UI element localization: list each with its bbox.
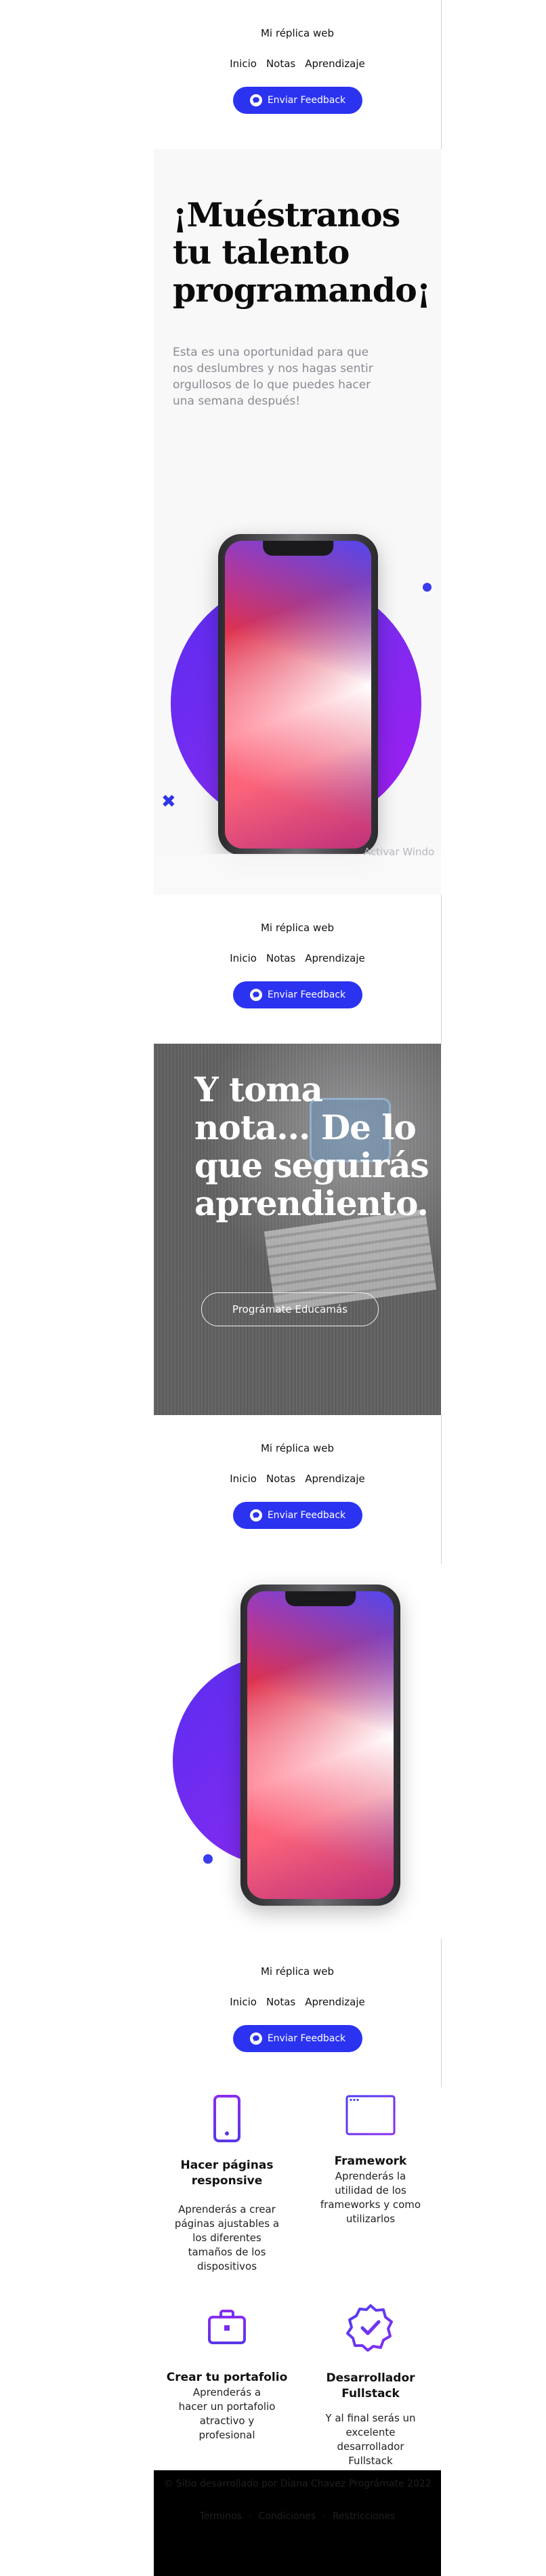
- site-footer: © Sitio desarrollado por Diana Chavez Pr…: [154, 2470, 441, 2576]
- blue-dot-decoration: [423, 583, 432, 592]
- chat-bubble-icon: [249, 1509, 262, 1521]
- footer-separator: ·: [248, 2511, 252, 2522]
- smartphone-icon: [213, 2095, 240, 2142]
- feature-portfolio: Crear tu portafolio Aprenderás a hacer u…: [159, 2308, 295, 2442]
- nav-link-inicio[interactable]: Inicio: [230, 1473, 257, 1485]
- feature-title: Desarrollador Fullstack: [326, 2371, 415, 2400]
- hero-bottom-fade: [154, 854, 441, 895]
- features-section: Hacer páginas responsive Aprenderás a cr…: [154, 2087, 441, 2470]
- feedback-button[interactable]: Enviar Feedback: [233, 1502, 362, 1529]
- nav-link-aprendizaje[interactable]: Aprendizaje: [305, 58, 365, 70]
- site-header-2: Mi réplica web Inicio Notas Aprendizaje …: [154, 895, 441, 1044]
- feature-description: Aprenderás a hacer un portafolio atracti…: [178, 2386, 276, 2441]
- phone-screen: [247, 1591, 394, 1899]
- phone-mockup: [240, 1585, 400, 1906]
- footer-link-terminos[interactable]: Terminos: [199, 2511, 242, 2522]
- brand-name[interactable]: Mi réplica web: [154, 27, 441, 39]
- nav-link-notas[interactable]: Notas: [266, 1473, 295, 1485]
- chat-bubble-icon: [249, 2032, 262, 2045]
- main-nav: Inicio Notas Aprendizaje: [154, 58, 441, 70]
- activation-watermark: Activar Windo: [364, 846, 435, 858]
- hero-notes-title: Y toma nota... De lo que seguirás aprend…: [194, 1069, 429, 1223]
- verified-badge-icon: [346, 2304, 393, 2352]
- feature-fullstack: Desarrollador Fullstack Y al final serás…: [306, 2303, 435, 2468]
- feature-description: Aprenderás a crear páginas ajustables a …: [174, 2203, 280, 2272]
- footer-copyright: © Sitio desarrollado por Diana Chavez Pr…: [163, 2478, 432, 2489]
- feedback-button-label: Enviar Feedback: [267, 2033, 346, 2044]
- nav-link-inicio[interactable]: Inicio: [230, 952, 257, 964]
- hero-talent: ¡Muéstranos tu talento programando¡ Esta…: [154, 149, 441, 895]
- footer-link-restricciones[interactable]: Restricciones: [333, 2511, 396, 2522]
- main-nav: Inicio Notas Aprendizaje: [154, 952, 441, 964]
- brand-name[interactable]: Mi réplica web: [154, 1442, 441, 1454]
- hero-phone: [154, 1564, 441, 1938]
- nav-link-notas[interactable]: Notas: [266, 1996, 295, 2008]
- feedback-button[interactable]: Enviar Feedback: [233, 2025, 362, 2052]
- feature-responsive: Hacer páginas responsive Aprenderás a cr…: [159, 2094, 295, 2274]
- phone-notch: [263, 541, 333, 556]
- hero-notes: Y toma nota... De lo que seguirás aprend…: [154, 1044, 441, 1415]
- hero-subtitle: Esta es una oportunidad para que nos des…: [173, 346, 373, 409]
- main-nav: Inicio Notas Aprendizaje: [154, 1996, 441, 2008]
- footer-links: Terminos · Condiciones · Restricciones: [154, 2511, 441, 2522]
- feature-title: Framework: [334, 2154, 407, 2168]
- phone-notch: [285, 1591, 356, 1606]
- briefcase-icon: [208, 2310, 246, 2344]
- cross-decoration-icon: ✖: [161, 792, 176, 812]
- hero-title: ¡Muéstranos tu talento programando¡: [173, 195, 431, 310]
- educamas-button[interactable]: Prográmate Educamás: [201, 1292, 379, 1326]
- nav-link-aprendizaje[interactable]: Aprendizaje: [305, 952, 365, 964]
- chat-bubble-icon: [249, 989, 262, 1001]
- feedback-button-label: Enviar Feedback: [267, 989, 346, 1000]
- phone-mockup: [218, 534, 378, 855]
- footer-separator: ·: [322, 2511, 326, 2522]
- nav-link-notas[interactable]: Notas: [266, 58, 295, 70]
- footer-link-condiciones[interactable]: Condiciones: [258, 2511, 316, 2522]
- site-header: Mi réplica web Inicio Notas Aprendizaje …: [154, 0, 441, 149]
- feature-description: Y al final serás un excelente desarrolla…: [325, 2411, 416, 2467]
- phone-screen: [225, 541, 371, 849]
- brand-name[interactable]: Mi réplica web: [154, 1965, 441, 1978]
- nav-link-aprendizaje[interactable]: Aprendizaje: [305, 1996, 365, 2008]
- feedback-button-label: Enviar Feedback: [267, 95, 346, 106]
- nav-link-aprendizaje[interactable]: Aprendizaje: [305, 1473, 365, 1485]
- browser-window-icon: [345, 2095, 396, 2135]
- site-header-4: Mi réplica web Inicio Notas Aprendizaje …: [154, 1938, 441, 2087]
- feedback-button[interactable]: Enviar Feedback: [233, 981, 362, 1008]
- feature-framework: Framework Aprenderás la utilidad de los …: [306, 2094, 435, 2226]
- brand-name[interactable]: Mi réplica web: [154, 922, 441, 934]
- feature-title: Hacer páginas responsive: [180, 2159, 274, 2188]
- feedback-button-label: Enviar Feedback: [267, 1510, 346, 1521]
- main-nav: Inicio Notas Aprendizaje: [154, 1473, 441, 1485]
- feature-description: Aprenderás la utilidad de los frameworks…: [320, 2169, 421, 2225]
- feature-title: Crear tu portafolio: [166, 2371, 288, 2384]
- nav-link-inicio[interactable]: Inicio: [230, 1996, 257, 2008]
- nav-link-notas[interactable]: Notas: [266, 952, 295, 964]
- blue-dot-decoration: [203, 1854, 213, 1864]
- chat-bubble-icon: [249, 94, 262, 106]
- site-header-3: Mi réplica web Inicio Notas Aprendizaje …: [154, 1415, 441, 1564]
- nav-link-inicio[interactable]: Inicio: [230, 58, 257, 70]
- feedback-button[interactable]: Enviar Feedback: [233, 87, 362, 114]
